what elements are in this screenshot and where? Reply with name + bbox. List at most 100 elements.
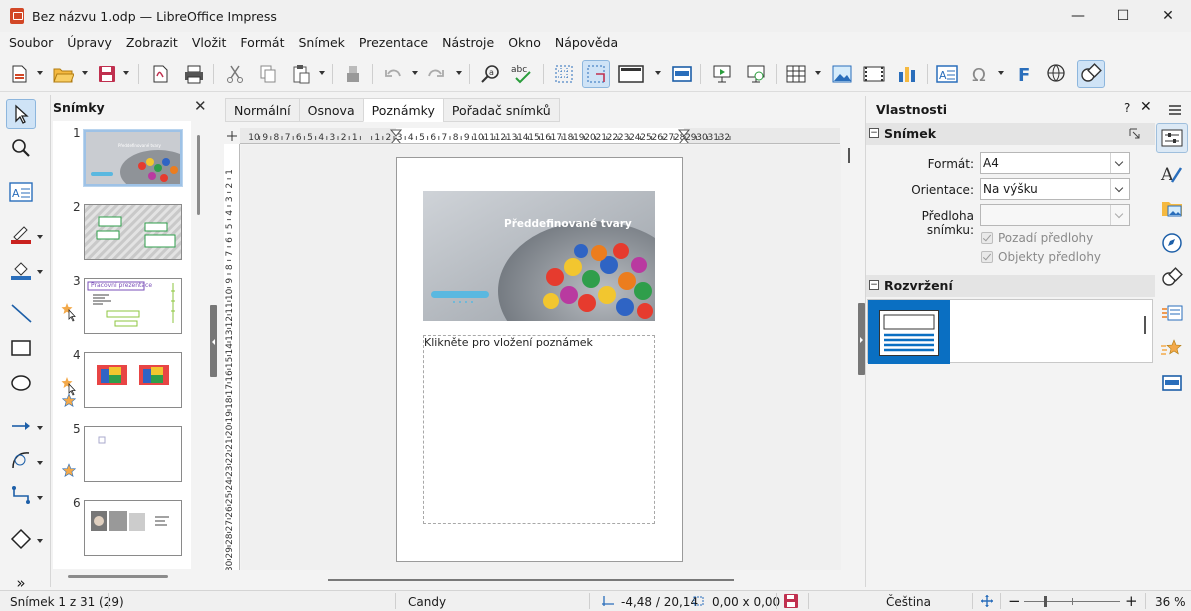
close-window-button[interactable]: ✕ — [1145, 0, 1191, 32]
connector-dropdown-icon[interactable] — [37, 496, 43, 500]
slide-6-preview[interactable] — [84, 500, 182, 556]
vertical-ruler[interactable]: 1 2 3 4 5 6 7 8 9 10 11 12 13 14 15 16 17 18 19 20 21 22 23 24 2… — [224, 144, 240, 570]
slide-pane-close-icon[interactable]: ✕ — [194, 97, 207, 115]
more-options-icon[interactable] — [1129, 128, 1141, 140]
document-modified-icon[interactable] — [783, 593, 799, 609]
curve-dropdown-icon[interactable] — [37, 461, 43, 465]
copy-icon[interactable] — [254, 60, 282, 88]
table-icon[interactable] — [782, 60, 810, 88]
master-slide-select[interactable] — [980, 204, 1130, 226]
canvas-vertical-scrollbar[interactable] — [848, 148, 850, 163]
image-icon[interactable] — [828, 60, 856, 88]
maximize-button[interactable]: ☐ — [1100, 0, 1146, 32]
arrow-line-dropdown-icon[interactable] — [37, 426, 43, 430]
menu-zobrazit[interactable]: Zobrazit — [119, 32, 185, 54]
collapse-icon[interactable]: − — [869, 128, 879, 138]
snap-guides-icon[interactable] — [582, 60, 610, 88]
slide-thumbnail-1[interactable]: 1 Předdefinované tvary — [53, 126, 191, 192]
print-icon[interactable] — [180, 60, 208, 88]
slide-transition-icon[interactable] — [1156, 298, 1188, 328]
sidebar-menu-icon[interactable] — [1168, 104, 1182, 116]
slide-preview-image[interactable]: Předdefinované tvary — [423, 191, 655, 321]
paste-dropdown-icon[interactable] — [319, 71, 325, 75]
master-slide-name[interactable]: Candy — [408, 595, 446, 609]
zoom-pan-icon[interactable] — [6, 133, 36, 163]
undo-icon[interactable] — [379, 60, 407, 88]
zoom-slider[interactable] — [1024, 596, 1120, 607]
open-icon[interactable] — [49, 60, 77, 88]
menu-snimek[interactable]: Snímek — [291, 32, 351, 54]
gallery-icon[interactable] — [1156, 193, 1188, 223]
format-select[interactable]: A4 — [980, 152, 1130, 174]
connector-tool-icon[interactable] — [6, 480, 36, 510]
redo-dropdown-icon[interactable] — [456, 71, 462, 75]
tab-poradac-snimku[interactable]: Pořadač snímků — [442, 98, 560, 122]
slide-3-preview[interactable]: Pracovní prezentace — [84, 278, 182, 334]
canvas-horizontal-scrollbar[interactable] — [328, 579, 734, 581]
menu-format[interactable]: Formát — [233, 32, 291, 54]
slide-pane-collapse-handle[interactable] — [210, 305, 217, 377]
special-char-dropdown-icon[interactable] — [998, 71, 1004, 75]
tab-osnova[interactable]: Osnova — [298, 98, 363, 122]
notes-text-area[interactable]: Klikněte pro vložení poznámek — [423, 335, 655, 524]
line-tool-icon[interactable] — [6, 298, 36, 328]
slide-pane-horizontal-scrollbar[interactable] — [68, 575, 168, 578]
slide-pane-vertical-scrollbar[interactable] — [197, 135, 200, 215]
layout-gallery[interactable] — [867, 299, 1153, 364]
menu-prezentace[interactable]: Prezentace — [352, 32, 435, 54]
animation-icon[interactable] — [1156, 333, 1188, 363]
paste-icon[interactable] — [287, 60, 315, 88]
sidebar-help-icon[interactable]: ? — [1124, 101, 1130, 115]
section-header-snimek[interactable]: − Snímek — [866, 123, 1156, 145]
slide-thumbnail-6[interactable]: 6 — [53, 496, 191, 562]
save-dropdown-icon[interactable] — [123, 71, 129, 75]
shapes-icon[interactable] — [1077, 60, 1105, 88]
save-icon[interactable] — [93, 60, 121, 88]
slide-5-preview[interactable] — [84, 426, 182, 482]
menu-vlozit[interactable]: Vložit — [185, 32, 234, 54]
line-color-icon[interactable] — [6, 219, 36, 249]
export-pdf-icon[interactable] — [146, 60, 174, 88]
zoom-slider-handle[interactable] — [1043, 596, 1047, 607]
media-icon[interactable] — [860, 60, 888, 88]
slide-4-preview[interactable] — [84, 352, 182, 408]
fit-slide-icon[interactable] — [980, 594, 994, 608]
start-first-icon[interactable] — [708, 60, 736, 88]
slide-list[interactable]: 1 Předdefinované tvary 2 3 Pracovní prez… — [53, 121, 191, 569]
styles-icon[interactable]: A — [1156, 158, 1188, 188]
sidebar-close-icon[interactable]: ✕ — [1140, 99, 1152, 115]
slide-1-preview[interactable]: Předdefinované tvary — [83, 129, 183, 187]
sidebar-collapse-handle[interactable] — [858, 303, 865, 375]
clone-formatting-icon[interactable] — [339, 60, 367, 88]
chart-icon[interactable] — [893, 60, 921, 88]
menu-napoveda[interactable]: Nápověda — [548, 32, 625, 54]
menu-upravy[interactable]: Úpravy — [60, 32, 119, 54]
ellipse-tool-icon[interactable] — [6, 368, 36, 398]
zoom-level[interactable]: 36 % — [1155, 595, 1186, 609]
navigator-icon[interactable] — [1156, 228, 1188, 258]
display-views-dropdown-icon[interactable] — [655, 71, 661, 75]
collapse-icon[interactable]: − — [869, 280, 879, 290]
spelling-icon[interactable]: abc — [509, 60, 537, 88]
menu-nastroje[interactable]: Nástroje — [435, 32, 501, 54]
slide-thumbnail-2[interactable]: 2 — [53, 200, 191, 266]
arrow-line-tool-icon[interactable] — [6, 411, 36, 441]
find-replace-icon[interactable]: a — [477, 60, 505, 88]
minimize-button[interactable]: — — [1055, 0, 1101, 32]
undo-dropdown-icon[interactable] — [412, 71, 418, 75]
tab-normalni[interactable]: Normální — [225, 98, 299, 122]
cut-icon[interactable] — [221, 60, 249, 88]
table-dropdown-icon[interactable] — [815, 71, 821, 75]
curve-tool-icon[interactable] — [6, 445, 36, 475]
textbox-icon[interactable]: A — [933, 60, 961, 88]
section-header-rozvrzeni[interactable]: − Rozvržení — [866, 275, 1156, 297]
slide-2-preview[interactable] — [84, 204, 182, 260]
special-char-icon[interactable]: Ω — [966, 60, 994, 88]
master-objects-checkbox[interactable] — [981, 251, 993, 263]
zoom-in-button[interactable]: + — [1125, 592, 1138, 610]
menu-soubor[interactable]: Soubor — [2, 32, 60, 54]
master-background-checkbox[interactable] — [981, 232, 993, 244]
menu-okno[interactable]: Okno — [501, 32, 548, 54]
open-dropdown-icon[interactable] — [82, 71, 88, 75]
master-slide-icon[interactable] — [668, 60, 696, 88]
